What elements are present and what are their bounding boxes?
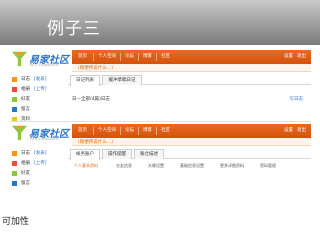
logo-subtext: EJIA COMMUNITY (30, 63, 60, 67)
diary-count: 日—全部(4篇)日志 (72, 97, 110, 102)
main-content: 日记列表 缓冲草稿日记 日—全部(4篇)日志 写日志 (68, 75, 311, 125)
nav-blog[interactable]: 博客 (143, 53, 152, 59)
sidebar: 日志 [发表] 相册 [上传] 好友 留言 资料 (10, 75, 66, 125)
logo-y-icon (11, 51, 28, 67)
sidebar-action-link[interactable]: [上传] (34, 160, 47, 166)
main-content: 帐务账户 操作提醒 账仓描述 个人基本资料 交友信息 头像设置 基础信息设置 更… (68, 149, 311, 189)
subtab-password[interactable]: 密码管理 (260, 163, 276, 169)
friends-icon (12, 97, 17, 102)
tab-row: 日记列表 缓冲草稿日记 (68, 75, 311, 86)
logo-subtext: EJIA COMMUNITY (30, 137, 60, 141)
sidebar-label: 相册 (21, 161, 30, 166)
sidebar-item-friends[interactable]: 好友 (10, 95, 66, 105)
nav-personal-space[interactable]: 个人空间 (98, 127, 116, 133)
status-tagline[interactable]: (随便所说什么…) (78, 139, 113, 145)
nav-home[interactable]: 首页 (78, 127, 87, 133)
sidebar-item-messages[interactable]: 留言 (10, 105, 66, 115)
nav-divider (93, 127, 94, 135)
friends-icon (12, 171, 17, 176)
nav-divider (120, 127, 121, 135)
sidebar-label: 好友 (21, 171, 30, 176)
top-nav: 首页 个人空间 论坛 博客 社区 设置 退出 (72, 124, 311, 138)
sidebar-label: 相册 (21, 87, 30, 92)
nav-forum[interactable]: 论坛 (125, 53, 134, 59)
nav-divider (93, 53, 94, 61)
tab-diary-list[interactable]: 日记列表 (70, 75, 100, 86)
screenshot-diary: 易家社区 EJIA COMMUNITY 首页 个人空间 论坛 博客 社区 设置 … (10, 48, 311, 126)
nav-forum[interactable]: 论坛 (125, 127, 134, 133)
messages-icon (12, 107, 17, 112)
sidebar-item-messages[interactable]: 留言 (10, 179, 66, 189)
subtab-dating-info[interactable]: 交友信息 (116, 163, 132, 169)
nav-divider (138, 127, 139, 135)
tab-account[interactable]: 帐务账户 (70, 149, 100, 160)
sidebar-label: 留言 (21, 107, 30, 112)
nav-community[interactable]: 社区 (161, 127, 170, 133)
nav-logout[interactable]: 退出 (297, 53, 306, 59)
subtab-row: 个人基本资料 交友信息 头像设置 基础信息设置 更多详细资料 密码管理 (68, 163, 311, 171)
diary-icon (12, 151, 17, 156)
logo-y-icon (11, 125, 28, 141)
nav-divider (138, 53, 139, 61)
nav-personal-space[interactable]: 个人空间 (98, 53, 116, 59)
diary-icon (12, 77, 17, 82)
slide-title: 例子三 (47, 19, 101, 39)
album-icon (12, 161, 17, 166)
tab-reminders[interactable]: 操作提醒 (102, 149, 132, 159)
subtab-more-details[interactable]: 更多详细资料 (220, 163, 244, 169)
nav-home[interactable]: 首页 (78, 53, 87, 59)
tab-drafts[interactable]: 缓冲草稿日记 (102, 75, 142, 85)
site-logo[interactable]: 易家社区 EJIA COMMUNITY (10, 122, 72, 144)
site-logo[interactable]: 易家社区 EJIA COMMUNITY (10, 48, 72, 70)
write-diary-link[interactable]: 写日志 (290, 96, 304, 102)
tab-row: 帐务账户 操作提醒 账仓描述 (68, 149, 311, 160)
nav-settings[interactable]: 设置 (284, 53, 293, 59)
tagline-bar: (随便所说什么…) (72, 64, 311, 72)
subtab-avatar[interactable]: 头像设置 (148, 163, 164, 169)
sidebar-item-diary[interactable]: 日志 [发表] (10, 149, 66, 159)
nav-settings[interactable]: 设置 (284, 127, 293, 133)
sidebar-action-link[interactable]: [发表] (34, 76, 47, 82)
sidebar-label: 日志 (21, 151, 30, 156)
nav-divider (120, 53, 121, 61)
sidebar-label: 好友 (21, 97, 30, 102)
sidebar-label: 日志 (21, 77, 30, 82)
nav-blog[interactable]: 博客 (143, 127, 152, 133)
sidebar-label: 留言 (21, 181, 30, 186)
subtab-basic-info[interactable]: 个人基本资料 (74, 163, 98, 169)
sidebar-item-album[interactable]: 相册 [上传] (10, 159, 66, 169)
sidebar-action-link[interactable]: [发表] (34, 150, 47, 156)
tagline-bar: (随便所说什么…) (72, 138, 311, 146)
slide-caption: 可加性 (2, 217, 30, 227)
tab-description[interactable]: 账仓描述 (134, 149, 164, 159)
nav-divider (156, 127, 157, 135)
sidebar-item-friends[interactable]: 好友 (10, 169, 66, 179)
sidebar-item-album[interactable]: 相册 [上传] (10, 85, 66, 95)
album-icon (12, 87, 17, 92)
status-tagline[interactable]: (随便所说什么…) (78, 65, 113, 71)
messages-icon (12, 181, 17, 186)
top-nav: 首页 个人空间 论坛 博客 社区 设置 退出 (72, 50, 311, 64)
sidebar-item-diary[interactable]: 日志 [发表] (10, 75, 66, 85)
nav-divider (156, 53, 157, 61)
screenshot-account: 易家社区 EJIA COMMUNITY 首页 个人空间 论坛 博客 社区 设置 … (10, 121, 311, 189)
nav-community[interactable]: 社区 (161, 53, 170, 59)
sidebar: 日志 [发表] 相册 [上传] 好友 留言 (10, 149, 66, 189)
slide-header: 例子三 (0, 0, 320, 45)
sidebar-action-link[interactable]: [上传] (34, 86, 47, 92)
subtab-basic-settings[interactable]: 基础信息设置 (180, 163, 204, 169)
nav-logout[interactable]: 退出 (297, 127, 306, 133)
